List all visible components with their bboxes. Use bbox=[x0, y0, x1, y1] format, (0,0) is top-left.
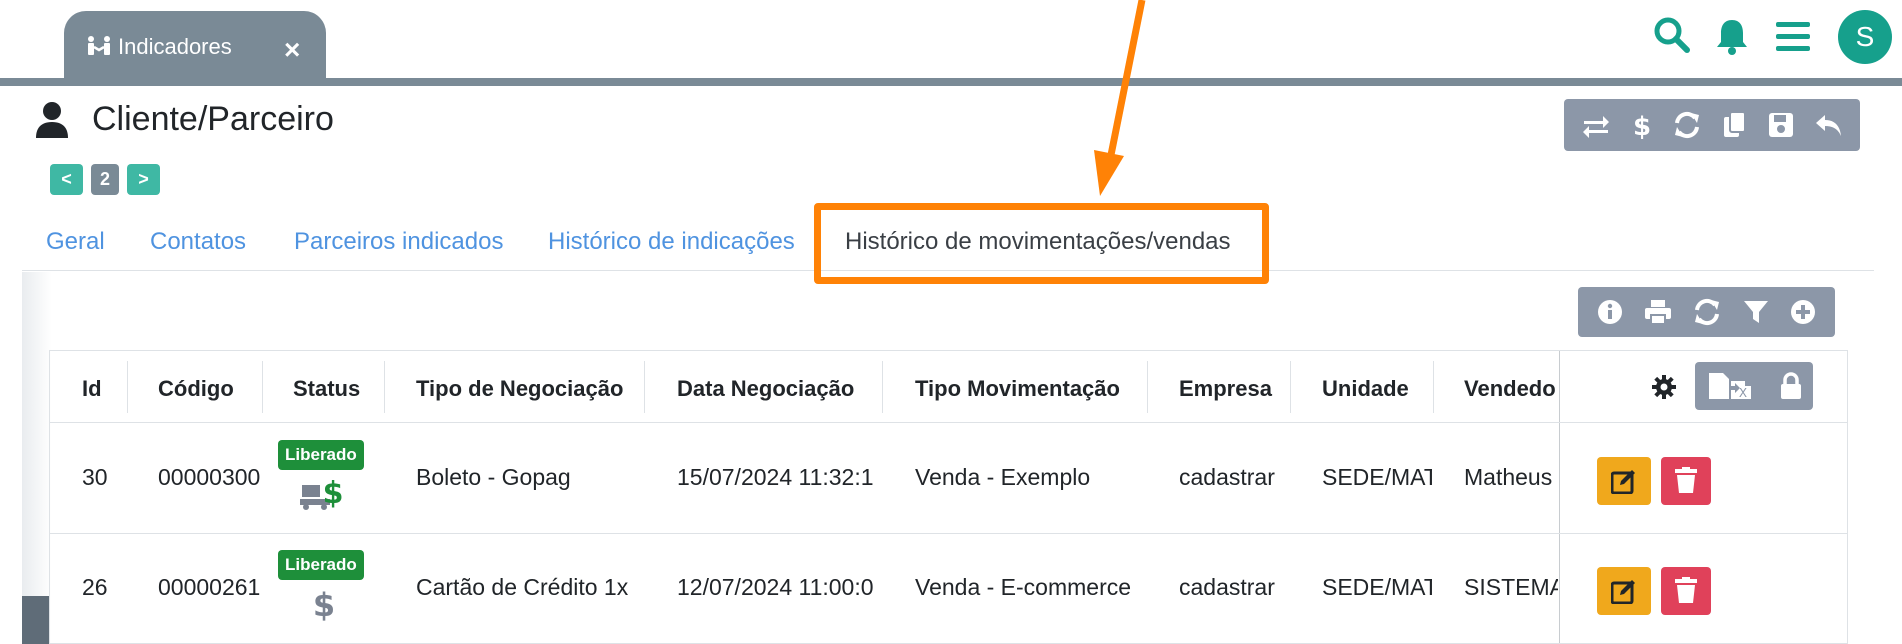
undo-icon[interactable] bbox=[1815, 112, 1843, 138]
panel-shadow bbox=[22, 272, 52, 644]
annotation-arrow bbox=[1094, 0, 1146, 196]
lock-icon[interactable] bbox=[1779, 372, 1803, 400]
edit-icon bbox=[1611, 578, 1637, 604]
sidebar-edge bbox=[22, 596, 50, 644]
column-header-empresa[interactable]: Empresa bbox=[1179, 376, 1272, 402]
info-icon[interactable] bbox=[1597, 299, 1623, 325]
cell-id: 26 bbox=[82, 574, 108, 600]
column-header-unidade[interactable]: Unidade bbox=[1322, 376, 1409, 402]
delete-icon bbox=[1675, 577, 1697, 603]
annotation-highlight-box bbox=[814, 203, 1269, 284]
column-header-codigo[interactable]: Código bbox=[158, 376, 234, 402]
cell-data-negociacao: 15/07/2024 11:32:1 bbox=[677, 464, 874, 490]
column-header-id[interactable]: Id bbox=[82, 376, 102, 402]
pager-prev-button[interactable]: < bbox=[50, 164, 83, 195]
filter-icon[interactable] bbox=[1743, 299, 1769, 325]
page-title: Cliente/Parceiro bbox=[92, 100, 334, 138]
cell-vendedor: Matheus bbox=[1464, 464, 1553, 490]
refresh-icon[interactable] bbox=[1693, 298, 1721, 326]
tab-geral[interactable]: Geral bbox=[46, 228, 105, 256]
refresh-icon[interactable] bbox=[1673, 111, 1701, 139]
menu-icon[interactable] bbox=[1776, 22, 1810, 52]
dollar-icon[interactable]: $ bbox=[1632, 110, 1652, 140]
tab-parceiros-indicados[interactable]: Parceiros indicados bbox=[294, 228, 503, 256]
search-icon[interactable] bbox=[1653, 16, 1691, 54]
copy-icon[interactable] bbox=[1723, 111, 1747, 139]
cell-data-negociacao: 12/07/2024 11:00:0 bbox=[677, 574, 874, 600]
cell-empresa: cadastrar bbox=[1179, 574, 1275, 600]
delete-button[interactable] bbox=[1661, 457, 1711, 505]
column-header-status[interactable]: Status bbox=[293, 376, 360, 402]
add-icon[interactable] bbox=[1790, 299, 1816, 325]
export-lock-group: X bbox=[1695, 362, 1813, 410]
handshake-icon bbox=[86, 35, 112, 57]
cell-codigo: 00000261 bbox=[158, 574, 260, 600]
cell-empresa: cadastrar bbox=[1179, 464, 1275, 490]
print-icon[interactable] bbox=[1644, 299, 1672, 325]
tab-contatos[interactable]: Contatos bbox=[150, 228, 246, 256]
svg-text:X: X bbox=[1739, 386, 1747, 400]
export-excel-icon[interactable]: X bbox=[1707, 372, 1757, 400]
edit-icon bbox=[1611, 468, 1637, 494]
swap-icon[interactable] bbox=[1581, 112, 1611, 138]
tab-label: Indicadores bbox=[118, 34, 232, 59]
cell-vendedor: SISTEMA bbox=[1464, 574, 1558, 600]
tab-indicadores[interactable]: Indicadores × bbox=[64, 11, 326, 78]
cell-id: 30 bbox=[82, 464, 108, 490]
column-header-vendedor[interactable]: Vendedo bbox=[1464, 376, 1558, 402]
status-badge: Liberado bbox=[278, 550, 364, 580]
delivery-dollar-icon: $ bbox=[300, 475, 346, 511]
delete-button[interactable] bbox=[1661, 567, 1711, 615]
cell-codigo: 00000300 bbox=[158, 464, 260, 490]
column-header-data-negociacao[interactable]: Data Negociação bbox=[677, 376, 854, 402]
cell-tipo-negociacao: Cartão de Crédito 1x bbox=[416, 574, 629, 600]
svg-text:$: $ bbox=[323, 476, 344, 511]
gear-icon[interactable] bbox=[1652, 375, 1676, 399]
edit-button[interactable] bbox=[1597, 567, 1651, 615]
table-toolbar bbox=[1578, 287, 1835, 337]
pager-current: 2 bbox=[91, 164, 119, 195]
close-icon[interactable]: × bbox=[284, 36, 300, 64]
cell-unidade: SEDE/MAT bbox=[1322, 464, 1432, 490]
delete-icon bbox=[1675, 467, 1697, 493]
bell-icon[interactable] bbox=[1714, 17, 1750, 55]
dollar-icon: $ bbox=[312, 586, 336, 622]
cell-tipo-movimentacao: Venda - Exemplo bbox=[915, 464, 1091, 490]
cell-tipo-movimentacao: Venda - E-commerce bbox=[915, 574, 1132, 600]
status-badge: Liberado bbox=[278, 440, 364, 470]
save-icon[interactable] bbox=[1768, 112, 1794, 138]
column-header-tipo-negociacao[interactable]: Tipo de Negociação bbox=[416, 376, 623, 402]
record-toolbar: $ bbox=[1564, 99, 1860, 151]
avatar[interactable]: S bbox=[1838, 10, 1892, 64]
column-header-tipo-movimentacao[interactable]: Tipo Movimentação bbox=[915, 376, 1120, 402]
tab-historico-indicacoes[interactable]: Histórico de indicações bbox=[548, 228, 795, 256]
header-divider bbox=[0, 78, 1902, 86]
cell-tipo-negociacao: Boleto - Gopag bbox=[416, 464, 571, 490]
pager-next-button[interactable]: > bbox=[127, 164, 160, 195]
user-icon bbox=[36, 102, 68, 138]
sales-table: Id Código Status Tipo de Negociação Data… bbox=[49, 350, 1848, 644]
svg-text:$: $ bbox=[1633, 112, 1651, 140]
cell-unidade: SEDE/MAT bbox=[1322, 574, 1432, 600]
edit-button[interactable] bbox=[1597, 457, 1651, 505]
svg-text:$: $ bbox=[313, 586, 335, 622]
